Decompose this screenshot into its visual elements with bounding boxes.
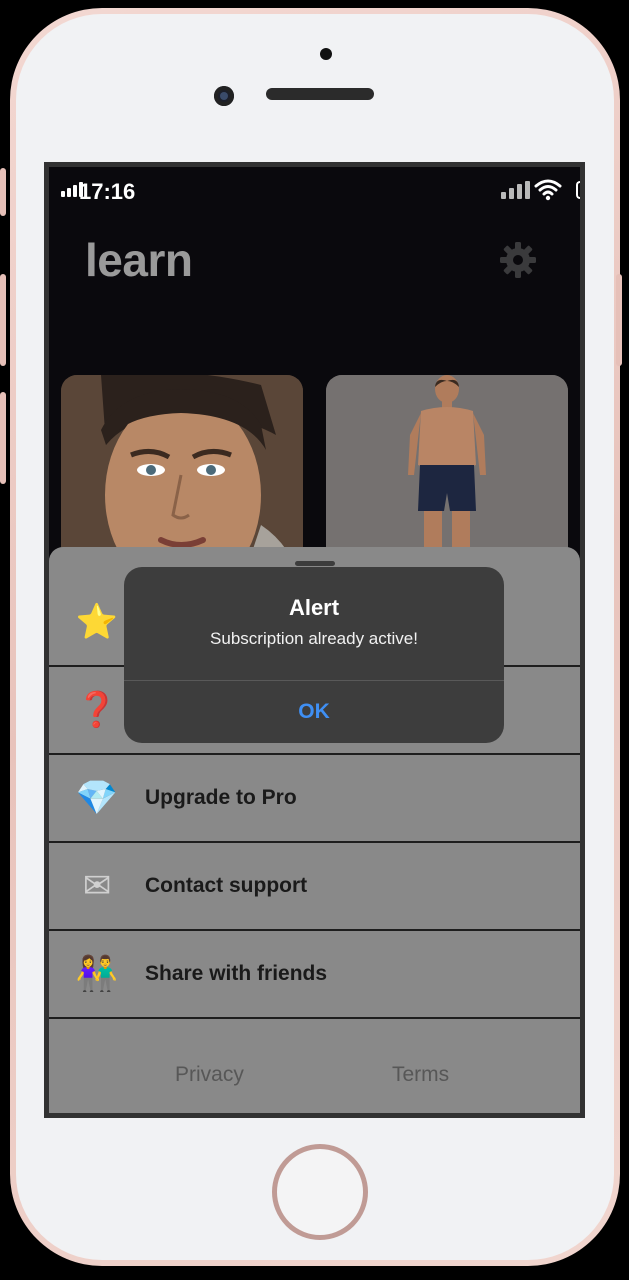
privacy-link[interactable]: Privacy bbox=[175, 1063, 244, 1087]
volume-down-button bbox=[0, 392, 6, 484]
menu-item-contact[interactable]: ✉ Contact support bbox=[49, 843, 580, 931]
status-bar: 17:16 bbox=[49, 167, 580, 211]
menu-item-label: Contact support bbox=[145, 874, 308, 897]
proximity-sensor bbox=[320, 48, 332, 60]
volume-up-button bbox=[0, 274, 6, 366]
sheet-grabber[interactable] bbox=[295, 561, 335, 566]
wifi-icon bbox=[534, 179, 562, 201]
envelope-icon: ✉ bbox=[82, 867, 112, 905]
menu-item-label: Share with friends bbox=[145, 962, 328, 985]
power-button bbox=[616, 274, 622, 366]
friends-icon: 👫 bbox=[75, 955, 119, 993]
cellular-signal-icon bbox=[501, 181, 530, 199]
page-title: learn bbox=[85, 234, 193, 286]
diamond-icon: 💎 bbox=[75, 779, 119, 817]
status-time: 17:16 bbox=[79, 179, 136, 204]
battery-icon bbox=[576, 181, 580, 199]
home-button[interactable] bbox=[272, 1144, 368, 1240]
menu-item-label: Upgrade to Pro bbox=[145, 786, 297, 809]
gear-icon[interactable] bbox=[499, 241, 537, 279]
terms-link[interactable]: Terms bbox=[392, 1063, 449, 1087]
alert-ok-button[interactable]: OK bbox=[124, 681, 504, 743]
app-screen: 17:16 learn ⭐ ❓ 💎 Upgrade to Pro ✉ Conta… bbox=[44, 162, 585, 1118]
front-camera bbox=[214, 86, 234, 106]
silent-switch bbox=[0, 168, 6, 216]
menu-item-share[interactable]: 👫 Share with friends bbox=[49, 931, 580, 1019]
earpiece-speaker bbox=[266, 88, 374, 100]
alert-dialog: Alert Subscription already active! OK bbox=[124, 567, 504, 743]
menu-item-upgrade[interactable]: 💎 Upgrade to Pro bbox=[49, 755, 580, 843]
alert-title: Alert bbox=[288, 595, 340, 620]
alert-message: Subscription already active! bbox=[210, 629, 418, 648]
